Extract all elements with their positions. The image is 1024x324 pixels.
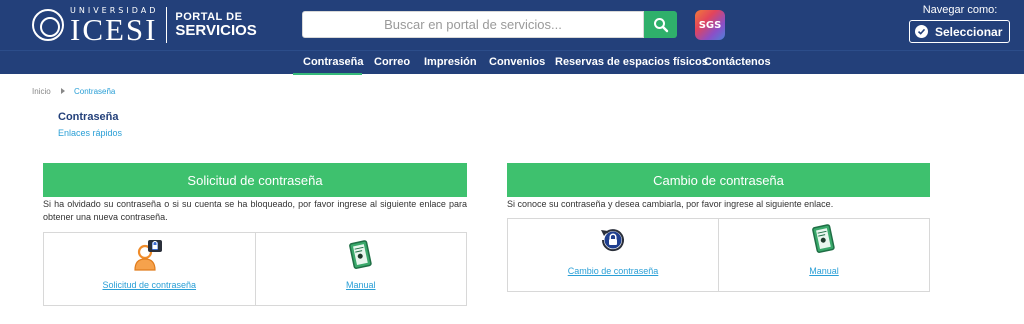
lock-refresh-icon (598, 225, 628, 260)
card-manual-solicitud[interactable]: Manual (254, 233, 467, 305)
manual-book-icon (347, 239, 375, 276)
card-link-manual-solicitud[interactable]: Manual (256, 280, 467, 290)
panel-description-cambio: Si conoce su contraseña y desea cambiarl… (507, 199, 834, 209)
card-link-solicitud[interactable]: Solicitud de contraseña (44, 280, 255, 290)
university-seal-icon (32, 9, 64, 41)
sgs-app-icon[interactable]: SGS (695, 10, 725, 40)
search-button[interactable] (644, 11, 677, 38)
panel-cards-solicitud: Solicitud de contraseña Manual (43, 232, 467, 306)
check-circle-icon (915, 25, 928, 38)
user-lock-icon (134, 238, 164, 277)
search-icon (653, 17, 668, 32)
panel-description-solicitud: Si ha olvidado su contraseña o si su cue… (43, 199, 467, 222)
university-big-text: ICESI (70, 11, 158, 47)
sgs-label: SGS (698, 19, 722, 31)
select-role-button[interactable]: Seleccionar (909, 20, 1010, 43)
breadcrumb-current: Contraseña (74, 87, 116, 96)
nav-item-impresion[interactable]: Impresión (424, 56, 477, 68)
page-title: Contraseña (58, 111, 119, 123)
breadcrumb-home[interactable]: Inicio (32, 87, 51, 96)
main-nav: Contraseña Correo Impresión Convenios Re… (0, 50, 1024, 75)
card-cambio[interactable]: Cambio de contraseña (508, 219, 718, 291)
quick-links-link[interactable]: Enlaces rápidos (58, 128, 122, 138)
portal-wordmark: PORTAL DE SERVICIOS (175, 11, 256, 39)
nav-item-convenios[interactable]: Convenios (489, 56, 545, 68)
university-wordmark: UNIVERSIDAD ICESI (70, 6, 158, 45)
breadcrumb-arrow-icon (61, 88, 65, 94)
panel-header-solicitud: Solicitud de contraseña (43, 163, 467, 197)
active-nav-indicator (293, 73, 362, 75)
card-link-cambio[interactable]: Cambio de contraseña (508, 266, 718, 276)
select-role-label: Seleccionar (935, 24, 1003, 39)
card-link-manual-cambio[interactable]: Manual (719, 266, 929, 276)
top-header: UNIVERSIDAD ICESI PORTAL DE SERVICIOS SG… (0, 0, 1024, 50)
panel-cards-cambio: Cambio de contraseña Manual (507, 218, 930, 292)
portal-bottom-text: SERVICIOS (175, 22, 257, 39)
logo-divider (166, 7, 168, 43)
nav-item-contactenos[interactable]: Contáctenos (704, 56, 771, 68)
manual-book-icon (810, 223, 838, 260)
nav-item-contrasena[interactable]: Contraseña (303, 56, 364, 68)
nav-item-correo[interactable]: Correo (374, 56, 410, 68)
panel-header-cambio: Cambio de contraseña (507, 163, 930, 197)
nav-item-reservas[interactable]: Reservas de espacios físicos (555, 56, 708, 68)
icesi-logo[interactable]: UNIVERSIDAD ICESI PORTAL DE SERVICIOS (32, 5, 257, 45)
card-solicitud[interactable]: Solicitud de contraseña (44, 233, 255, 305)
card-manual-cambio[interactable]: Manual (718, 219, 929, 291)
navigate-as-label: Navegar como: (922, 4, 998, 16)
search-input[interactable] (302, 11, 644, 38)
